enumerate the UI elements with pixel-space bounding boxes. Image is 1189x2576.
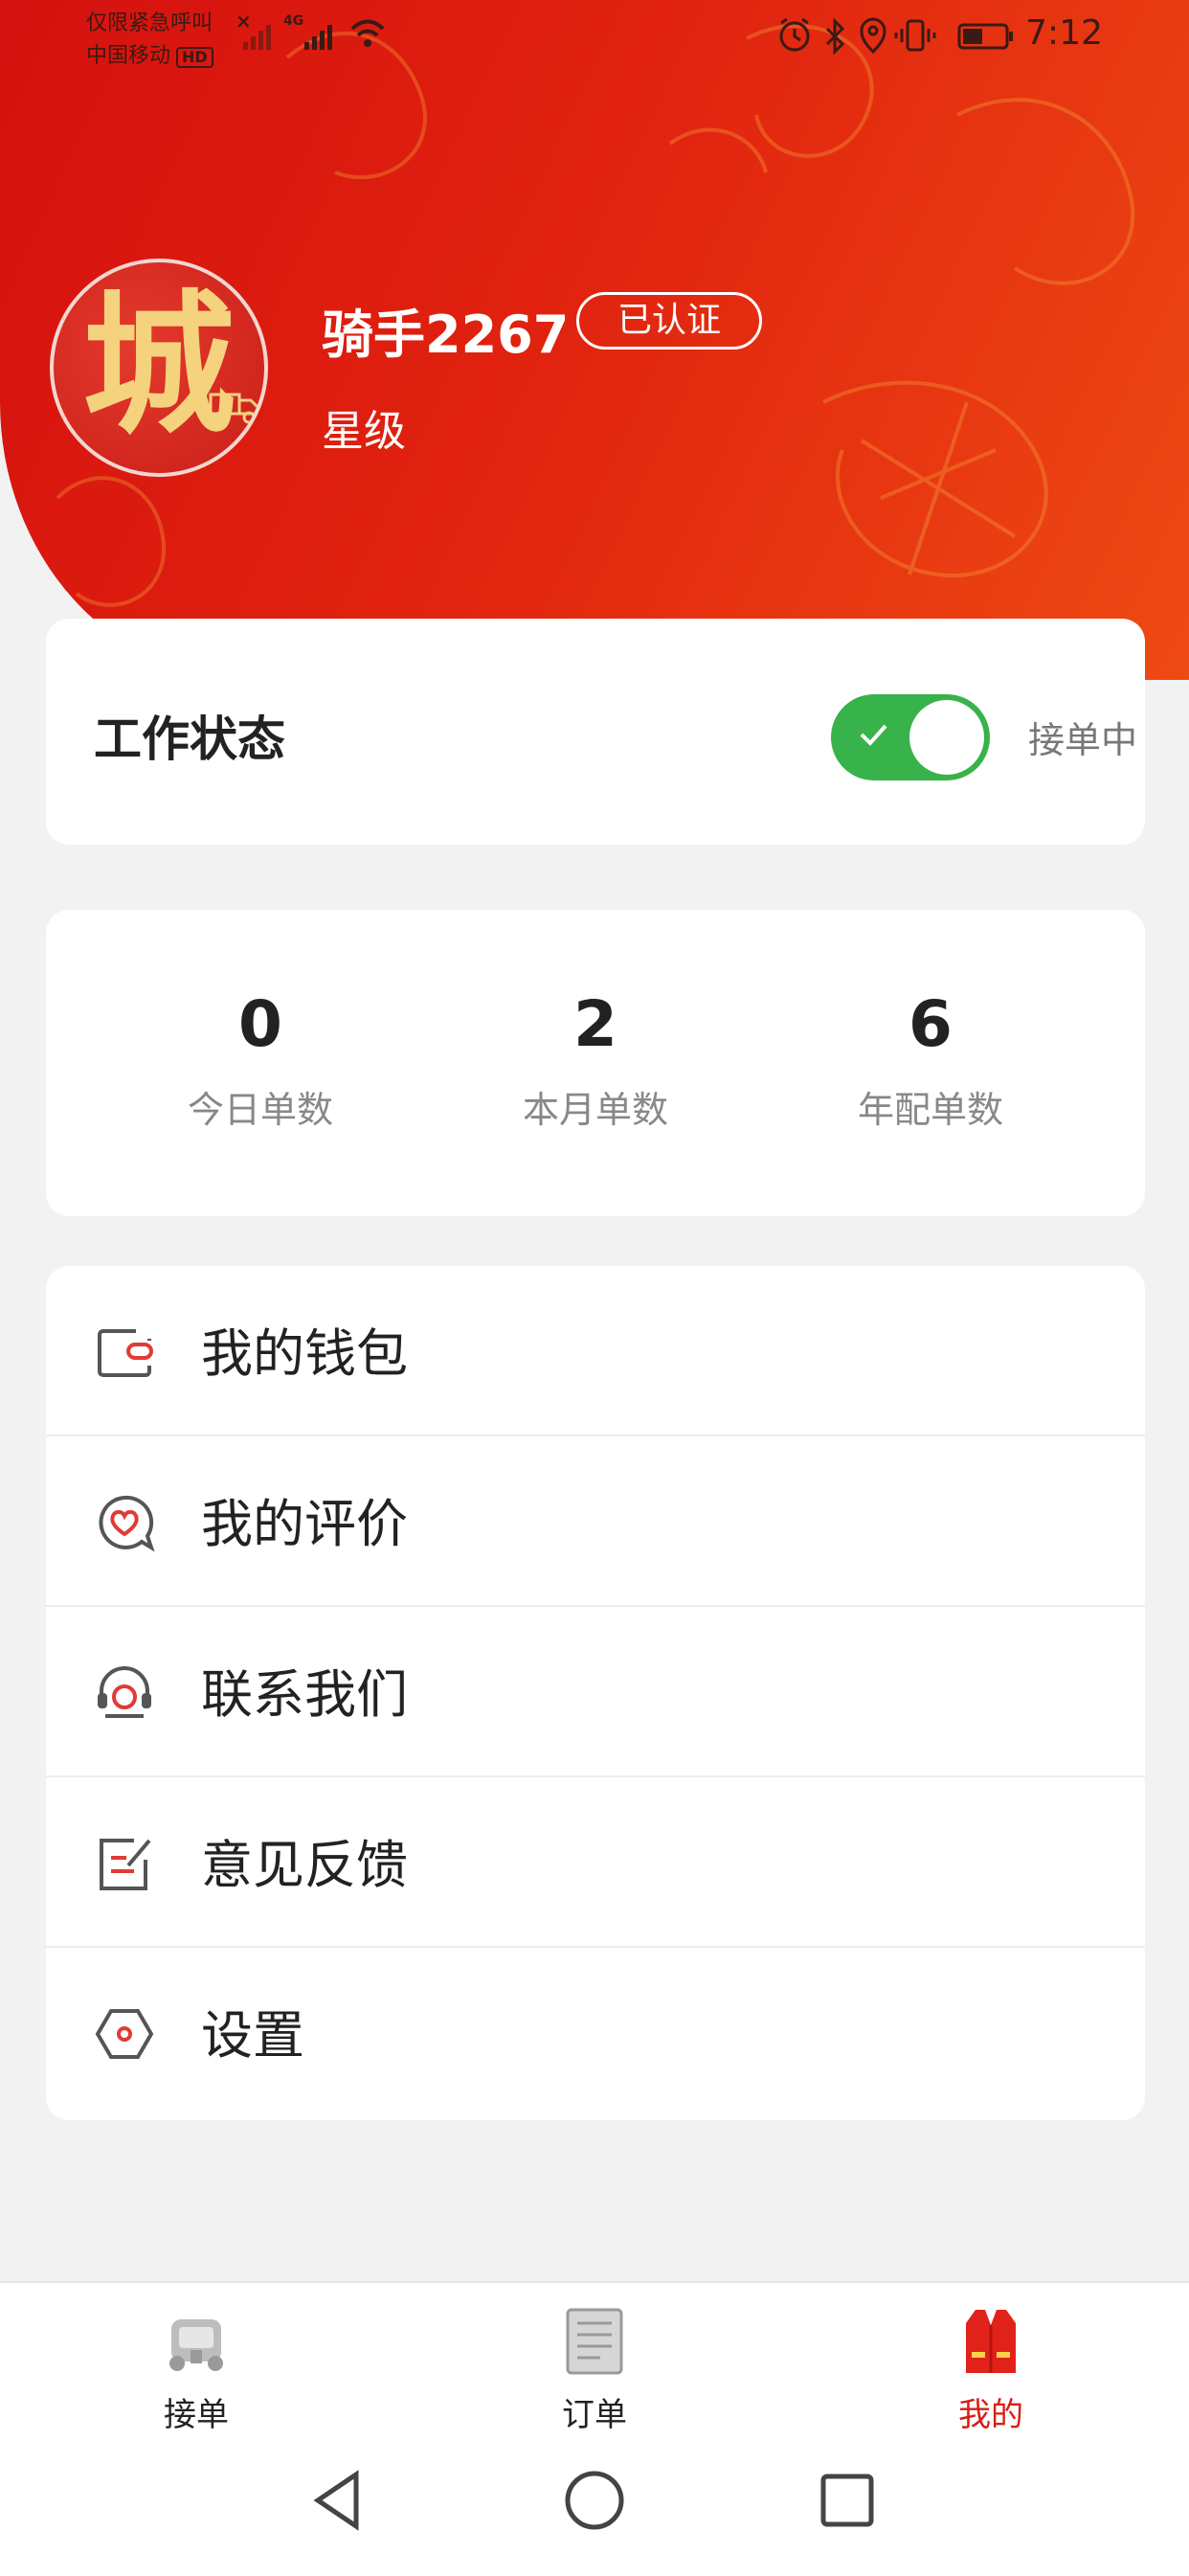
toggle-knob: [909, 700, 984, 775]
username: 骑手2267: [322, 305, 570, 365]
take-order-icon: [169, 2319, 223, 2371]
verified-badge: 已认证: [576, 292, 762, 350]
stat-value: 0: [238, 987, 282, 1061]
network-type-badge: 4G: [283, 13, 304, 29]
menu-label: 设置: [201, 2005, 304, 2066]
menu-item-wallet[interactable]: 我的钱包: [46, 1266, 1145, 1436]
stat-label: 年配单数: [857, 1089, 1003, 1131]
tab-take-order[interactable]: 接单: [101, 2302, 292, 2435]
status-bar: 仅限紧急呼叫 × 中国移动 HD 4G 7:12: [0, 0, 1189, 77]
order-stats-card: 0 今日单数 2 本月单数 6 年配单数: [46, 910, 1145, 1216]
stat-month: 2 本月单数: [414, 986, 777, 1133]
rating-label: 星级: [322, 407, 406, 456]
menu-item-settings[interactable]: 设置: [46, 1948, 1145, 2118]
system-navigation-bar: [0, 2438, 1189, 2574]
wifi-icon: [350, 19, 385, 47]
stat-today: 0 今日单数: [79, 986, 442, 1133]
tab-mine[interactable]: 我的: [895, 2302, 1087, 2435]
tab-label: 订单: [562, 2396, 627, 2434]
stat-year: 6 年配单数: [749, 986, 1112, 1133]
signal-strength-icon: [304, 25, 332, 50]
bluetooth-icon: [825, 17, 845, 56]
location-icon: [860, 17, 886, 55]
stat-label: 今日单数: [187, 1089, 333, 1131]
status-icons: [779, 17, 1013, 56]
menu-label: 我的评价: [201, 1494, 408, 1554]
menu-item-contact[interactable]: 联系我们: [46, 1607, 1145, 1777]
clock-time: 7:12: [1025, 13, 1103, 53]
work-status-title: 工作状态: [94, 712, 285, 767]
battery-icon: [957, 23, 1013, 50]
menu-card: 我的钱包 我的评价 联系我们 意见反馈 设置: [46, 1266, 1145, 2120]
menu-label: 意见反馈: [201, 1835, 408, 1895]
wallet-icon: [98, 1329, 153, 1377]
alarm-icon: [779, 17, 810, 52]
headset-icon: [98, 1666, 151, 1718]
vest-profile-icon: [966, 2310, 1016, 2373]
vibrate-icon: [894, 19, 936, 52]
tab-label: 接单: [164, 2396, 229, 2434]
work-status-text: 接单中: [1028, 719, 1138, 761]
work-status-toggle[interactable]: [831, 694, 990, 780]
truck-icon: [209, 393, 260, 424]
stat-value: 2: [573, 987, 617, 1061]
signal-icon: [243, 25, 271, 50]
menu-item-feedback[interactable]: 意见反馈: [46, 1777, 1145, 1948]
recents-square-icon[interactable]: [814, 2467, 881, 2534]
check-icon: [860, 724, 887, 746]
avatar[interactable]: 城: [50, 259, 268, 477]
menu-item-reviews[interactable]: 我的评价: [46, 1436, 1145, 1607]
stat-value: 6: [909, 987, 953, 1061]
feedback-edit-icon: [100, 1839, 151, 1890]
tab-label: 我的: [958, 2396, 1023, 2434]
work-status-card: 工作状态 接单中: [46, 619, 1145, 845]
tab-orders[interactable]: 订单: [499, 2302, 690, 2435]
settings-hexagon-icon: [95, 2009, 154, 2059]
heart-chat-icon: [99, 1495, 155, 1552]
hd-badge: HD: [176, 47, 213, 68]
stat-label: 本月单数: [522, 1089, 668, 1131]
carrier-emergency-text: 仅限紧急呼叫: [86, 11, 213, 35]
home-circle-icon[interactable]: [561, 2467, 628, 2534]
order-list-icon: [566, 2308, 623, 2375]
carrier-name: 中国移动: [86, 44, 171, 68]
menu-label: 我的钱包: [201, 1323, 408, 1384]
menu-label: 联系我们: [201, 1664, 408, 1725]
back-triangle-icon[interactable]: [306, 2467, 373, 2534]
avatar-logo-char: 城: [81, 276, 236, 455]
